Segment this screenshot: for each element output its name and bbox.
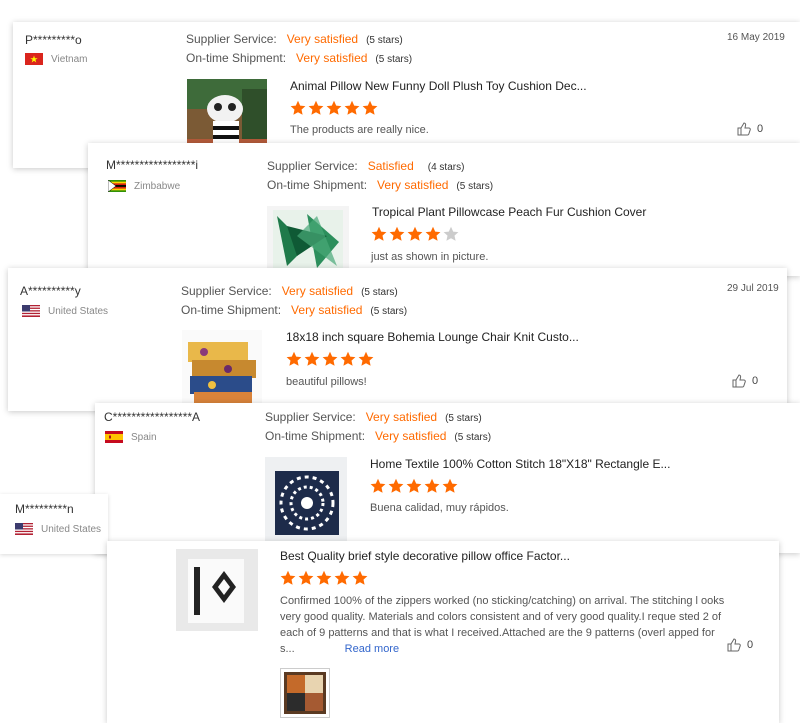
star-filled-icon bbox=[334, 570, 350, 585]
star-filled-icon bbox=[406, 478, 422, 493]
star-filled-icon bbox=[407, 226, 423, 241]
country-label: Spain bbox=[131, 431, 157, 443]
product-thumbnail[interactable] bbox=[265, 457, 347, 545]
product-title-link[interactable]: Home Textile 100% Cotton Stitch 18"X18" … bbox=[370, 457, 670, 471]
rating-stars bbox=[371, 226, 459, 242]
vietnam-flag-icon bbox=[25, 53, 43, 65]
star-filled-icon bbox=[424, 478, 440, 493]
star-filled-icon bbox=[389, 226, 405, 241]
reviewer-country: United States bbox=[22, 305, 108, 317]
product-title-link[interactable]: Best Quality brief style decorative pill… bbox=[280, 549, 570, 563]
star-filled-icon bbox=[358, 351, 374, 366]
reviewer-name: M*****************i bbox=[106, 158, 199, 172]
review-date: 29 Jul 2019 bbox=[727, 283, 779, 294]
star-filled-icon bbox=[304, 351, 320, 366]
like-count: 0 bbox=[752, 375, 759, 387]
rating-stars bbox=[280, 570, 368, 586]
supplier-service-row: Supplier Service: Very satisfied (5 stars) bbox=[265, 410, 482, 424]
review-text: just as shown in picture. bbox=[371, 251, 489, 263]
shipment-row: On-time Shipment: Very satisfied (5 stars) bbox=[186, 51, 413, 65]
thumbs-up-icon bbox=[727, 638, 741, 652]
thumbs-up-icon bbox=[737, 122, 751, 136]
supplier-service-row: Supplier Service: Very satisfied (5 stars) bbox=[186, 32, 403, 46]
product-thumbnail[interactable] bbox=[182, 330, 262, 411]
star-filled-icon bbox=[298, 570, 314, 585]
spain-flag-icon bbox=[105, 431, 123, 443]
review-card-2: M*****************i Zimbabwe Supplier Se… bbox=[88, 143, 800, 276]
reviewer-name: A**********y bbox=[20, 284, 81, 298]
rating-stars bbox=[286, 351, 374, 367]
star-filled-icon bbox=[442, 478, 458, 493]
star-filled-icon bbox=[371, 226, 387, 241]
reviewer-country: Spain bbox=[105, 431, 157, 443]
reviewer-name: P*********o bbox=[25, 33, 82, 47]
country-label: Vietnam bbox=[51, 53, 88, 65]
product-title-link[interactable]: Animal Pillow New Funny Doll Plush Toy C… bbox=[290, 79, 587, 93]
review-card-5-header: M*********n United States bbox=[0, 494, 108, 554]
supplier-service-row: Supplier Service: Satisfied (4 stars) bbox=[267, 159, 465, 173]
review-card-4: C*****************A Spain Supplier Servi… bbox=[95, 403, 800, 553]
review-text: beautiful pillows! bbox=[286, 376, 367, 388]
star-filled-icon bbox=[425, 226, 441, 241]
reviewer-country: United States bbox=[15, 523, 101, 535]
reviewer-country: Zimbabwe bbox=[108, 180, 180, 192]
country-label: United States bbox=[41, 523, 102, 535]
star-empty-icon bbox=[443, 226, 459, 241]
star-filled-icon bbox=[344, 100, 360, 115]
us-flag-icon bbox=[15, 523, 33, 535]
shipment-row: On-time Shipment: Very satisfied (5 stars) bbox=[265, 429, 492, 443]
like-button[interactable]: 0 bbox=[737, 122, 763, 136]
zimbabwe-flag-icon bbox=[108, 180, 126, 192]
like-button[interactable]: 0 bbox=[732, 374, 758, 388]
star-filled-icon bbox=[370, 478, 386, 493]
shipment-row: On-time Shipment: Very satisfied (5 stars) bbox=[267, 178, 494, 192]
country-label: Zimbabwe bbox=[134, 180, 181, 192]
review-text: The products are really nice. bbox=[290, 124, 429, 136]
star-filled-icon bbox=[290, 100, 306, 115]
star-filled-icon bbox=[326, 100, 342, 115]
review-text: Buena calidad, muy rápidos. bbox=[370, 502, 509, 514]
review-photo-thumbnail[interactable] bbox=[280, 668, 330, 718]
star-filled-icon bbox=[352, 570, 368, 585]
star-filled-icon bbox=[362, 100, 378, 115]
reviewer-country: Vietnam bbox=[25, 53, 88, 65]
review-date: 16 May 2019 bbox=[727, 32, 785, 43]
reviewer-name: C*****************A bbox=[104, 410, 201, 424]
product-thumbnail[interactable] bbox=[176, 549, 258, 631]
reviewer-name: M*********n bbox=[15, 502, 74, 516]
review-card-5: Best Quality brief style decorative pill… bbox=[107, 541, 779, 723]
star-filled-icon bbox=[316, 570, 332, 585]
thumbs-up-icon bbox=[732, 374, 746, 388]
star-filled-icon bbox=[322, 351, 338, 366]
review-text: Confirmed 100% of the zippers worked (no… bbox=[280, 595, 725, 655]
like-count: 0 bbox=[757, 123, 764, 135]
star-filled-icon bbox=[340, 351, 356, 366]
star-filled-icon bbox=[388, 478, 404, 493]
star-filled-icon bbox=[280, 570, 296, 585]
like-button[interactable]: 0 bbox=[727, 638, 753, 652]
star-filled-icon bbox=[308, 100, 324, 115]
read-more-link[interactable]: Read more bbox=[345, 643, 399, 655]
country-label: United States bbox=[48, 305, 109, 317]
like-count: 0 bbox=[747, 639, 754, 651]
star-filled-icon bbox=[286, 351, 302, 366]
rating-stars bbox=[370, 478, 458, 494]
shipment-row: On-time Shipment: Very satisfied (5 stars) bbox=[181, 303, 408, 317]
product-thumbnail[interactable] bbox=[267, 206, 349, 276]
supplier-service-row: Supplier Service: Very satisfied (5 stars) bbox=[181, 284, 398, 298]
review-card-3: A**********y United States Supplier Serv… bbox=[8, 268, 787, 411]
rating-stars bbox=[290, 100, 378, 116]
product-title-link[interactable]: 18x18 inch square Bohemia Lounge Chair K… bbox=[286, 330, 579, 344]
us-flag-icon bbox=[22, 305, 40, 317]
product-title-link[interactable]: Tropical Plant Pillowcase Peach Fur Cush… bbox=[372, 205, 646, 219]
